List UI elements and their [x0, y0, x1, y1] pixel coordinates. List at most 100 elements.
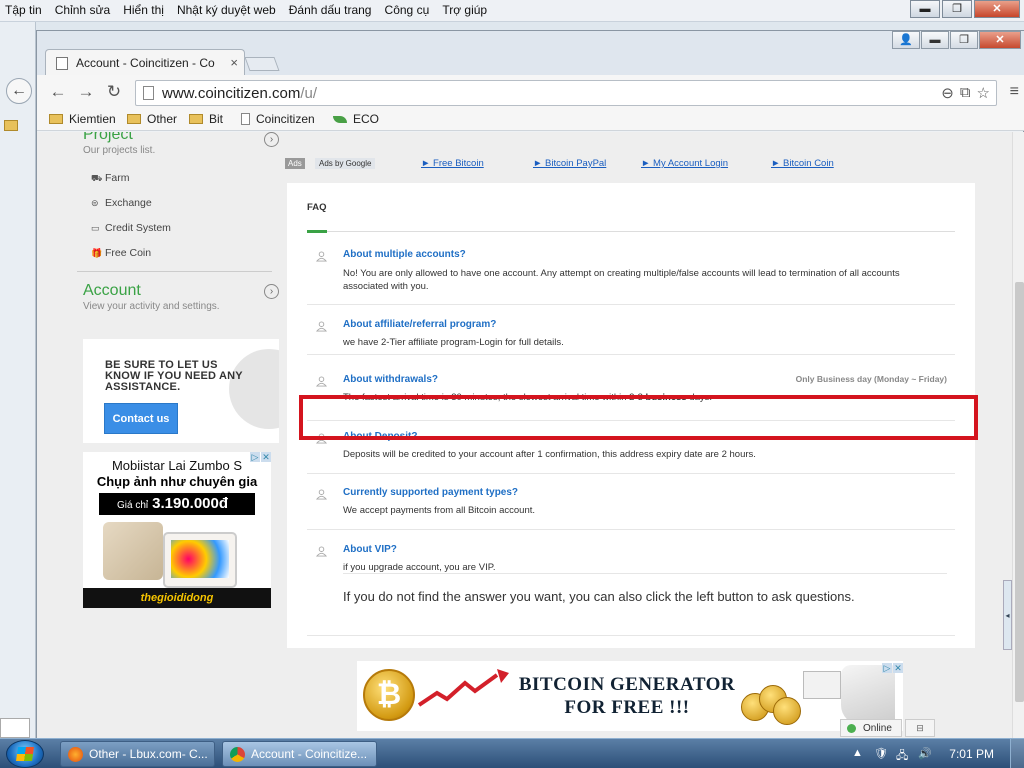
outer-restore-button[interactable]: ❐	[942, 0, 972, 18]
menu-bookmarks[interactable]: Đánh dấu trang	[284, 0, 377, 17]
outer-window-edge: ←	[0, 22, 36, 742]
contact-us-button[interactable]: Contact us	[104, 403, 178, 434]
project-section[interactable]: Project Our projects list.	[83, 132, 155, 156]
ad-info-icon[interactable]: ▷	[882, 663, 892, 673]
tab-strip: Account - Coincitizen - Co × 👤 ▬ ❐ ✕	[37, 31, 1024, 75]
ad-info-icon[interactable]: ▷	[250, 452, 260, 462]
menu-view[interactable]: Hiển thị	[118, 0, 169, 17]
faq-question: About multiple accounts?	[343, 249, 466, 260]
ad-close-icon[interactable]: ✕	[261, 452, 271, 462]
show-desktop-button[interactable]	[1010, 739, 1024, 768]
bitcoin-generator-ad[interactable]: ₿ BITCOIN GENERATOR FOR FREE !!! ▷ ✕	[357, 661, 903, 731]
project-arrow-icon[interactable]: ›	[264, 132, 279, 147]
divider	[307, 635, 955, 636]
network-icon[interactable]: 🖧	[896, 747, 908, 766]
sidebar-item-exchange[interactable]: ⊜ Exchange	[91, 197, 152, 209]
online-status-badge[interactable]: Online	[840, 719, 902, 737]
ad-link-my-account-login[interactable]: ► My Account Login	[641, 158, 728, 169]
ad-link-bitcoin-paypal[interactable]: ► Bitcoin PayPal	[533, 158, 606, 169]
menu-history[interactable]: Nhật ký duyệt web	[172, 0, 281, 17]
trend-arrow-icon	[417, 669, 509, 707]
outer-minimize-button[interactable]: ▬	[910, 0, 940, 18]
faq-item-affiliate[interactable]: About affiliate/referral program? we hav…	[307, 319, 955, 349]
outer-back-icon[interactable]: ←	[6, 78, 32, 104]
tab-close-icon[interactable]: ×	[230, 55, 238, 70]
clock[interactable]: 7:01 PM	[949, 747, 994, 761]
tab-title: Account - Coincitizen - Co	[76, 56, 215, 70]
bookmark-bit[interactable]: Bit	[189, 112, 223, 126]
bookmark-other[interactable]: Other	[127, 112, 177, 126]
hand-icon	[841, 665, 895, 725]
start-button[interactable]	[6, 740, 44, 768]
address-bar[interactable]: www.coincitizen.com/u/ ⊖ ⧉ ☆	[135, 80, 997, 106]
sidebar-item-farm[interactable]: ⛟ Farm	[91, 172, 130, 185]
faq-item-vip[interactable]: About VIP? if you upgrade account, you a…	[307, 544, 955, 574]
taskbar-item-firefox[interactable]: Other - Lbux.com- C...	[60, 741, 215, 767]
faq-item-accounts[interactable]: About multiple accounts? No! You are onl…	[307, 249, 955, 297]
ads-tag: Ads	[285, 158, 305, 169]
phone-front-image	[163, 532, 237, 588]
bookmark-eco[interactable]: ECO	[333, 112, 379, 126]
user-icon	[316, 546, 327, 557]
bookmark-coincitizen[interactable]: Coincitizen	[241, 112, 315, 126]
ad-headline: BITCOIN GENERATOR FOR FREE !!!	[518, 674, 736, 718]
scroll-thumb[interactable]	[1015, 282, 1024, 702]
account-arrow-icon[interactable]: ›	[264, 284, 279, 299]
user-icon	[316, 321, 327, 332]
reload-icon[interactable]: ↻	[103, 82, 125, 102]
taskbar-item-chrome[interactable]: Account - Coincitize...	[222, 741, 377, 767]
sidebar-item-free-coin[interactable]: 🎁 Free Coin	[91, 247, 151, 259]
bookmark-kiemtien[interactable]: Kiemtien	[49, 112, 116, 126]
card-icon: ▭	[91, 223, 100, 233]
faq-item-payment-types[interactable]: Currently supported payment types? We ac…	[307, 487, 955, 517]
menu-icon[interactable]: ≡	[1010, 83, 1019, 101]
menu-edit[interactable]: Chỉnh sửa	[50, 0, 115, 17]
menu-help[interactable]: Trợ giúp	[437, 0, 492, 17]
page-icon	[56, 57, 68, 70]
star-icon[interactable]: ☆	[977, 84, 990, 102]
bookmarks-bar: Kiemtien Other Bit Coincitizen ECO	[37, 109, 1024, 131]
menu-tools[interactable]: Công cụ	[380, 0, 435, 17]
user-icon	[316, 489, 327, 500]
contact-text: BE SURE TO LET US KNOW IF YOU NEED ANY A…	[105, 359, 243, 393]
tab-faq[interactable]: FAQ	[307, 202, 327, 213]
sidebar-item-credit-system[interactable]: ▭ Credit System	[91, 222, 171, 234]
faq-note: Only Business day (Monday ~ Friday)	[795, 374, 947, 384]
omnibox-actions: ⊖ ⧉ ☆	[941, 84, 990, 102]
forward-icon[interactable]: →	[75, 82, 97, 102]
tab-account[interactable]: Account - Coincitizen - Co ×	[45, 49, 245, 75]
zoom-icon[interactable]: ⊖	[941, 84, 954, 102]
restore-button[interactable]: ❐	[950, 31, 978, 49]
ad-link-bitcoin-coin[interactable]: ► Bitcoin Coin	[771, 158, 834, 169]
coins-pile-icon	[741, 679, 803, 725]
chat-toggle-icon[interactable]: ⊟	[905, 719, 935, 737]
outer-close-button[interactable]: ✕	[974, 0, 1020, 18]
feedback-side-tab[interactable]: ◂	[1003, 580, 1012, 650]
minimize-button[interactable]: ▬	[921, 31, 949, 49]
exchange-icon: ⊜	[91, 198, 99, 208]
vertical-scrollbar[interactable]	[1012, 132, 1024, 741]
account-section[interactable]: Account View your activity and settings.	[83, 282, 220, 312]
ad-close-icon[interactable]: ✕	[893, 663, 903, 673]
phone-ad[interactable]: Mobiistar Lai Zumbo S Chụp ảnh như chuyê…	[83, 452, 271, 608]
translate-icon[interactable]: ⧉	[960, 84, 971, 102]
profile-icon[interactable]: 👤	[892, 31, 920, 49]
volume-icon[interactable]: 🔊	[918, 747, 932, 760]
show-hidden-icons[interactable]: ▲	[852, 747, 863, 759]
project-subtitle: Our projects list.	[83, 145, 156, 156]
ad-link-free-bitcoin[interactable]: ► Free Bitcoin	[421, 158, 484, 169]
menu-file[interactable]: Tập tin	[0, 0, 47, 17]
back-icon[interactable]: ←	[47, 82, 69, 102]
ad-price: Giá chỉ 3.190.000đ	[99, 493, 255, 515]
divider	[77, 271, 272, 272]
close-button[interactable]: ✕	[979, 31, 1021, 49]
system-tray: ▲ 🛡 🖧 🔊 7:01 PM	[844, 739, 1024, 768]
tab-active-indicator	[307, 230, 327, 233]
account-subtitle: View your activity and settings.	[83, 301, 220, 312]
firefox-icon	[68, 747, 83, 762]
security-icon[interactable]: 🛡	[874, 747, 888, 760]
ad-brand: thegioididong	[83, 588, 271, 608]
new-tab-button[interactable]	[244, 57, 280, 71]
user-icon	[316, 376, 327, 387]
ads-by-google[interactable]: Ads by Google	[315, 158, 376, 169]
